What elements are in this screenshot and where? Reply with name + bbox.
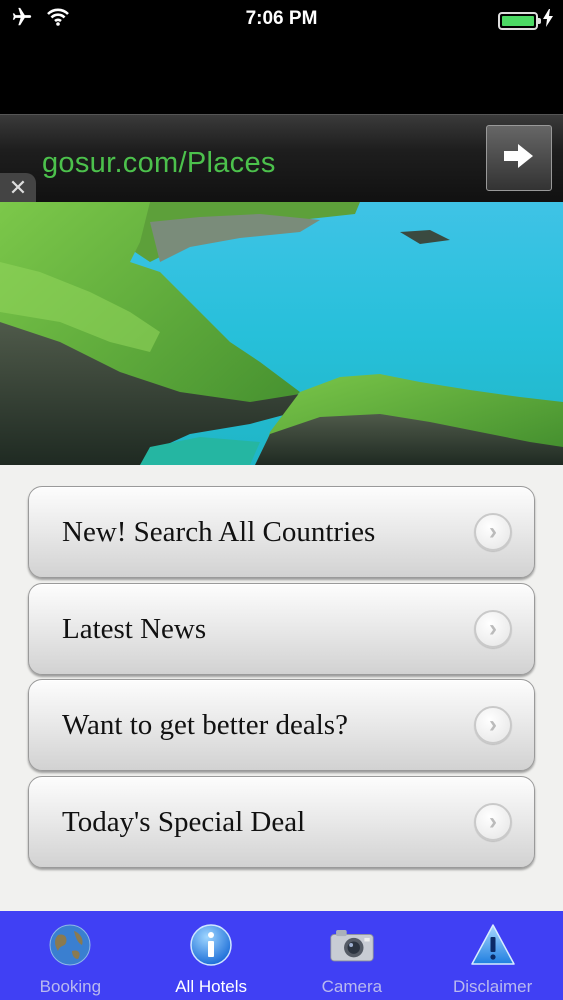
tab-booking[interactable]: Booking [0, 911, 141, 1000]
ad-url-text[interactable]: gosur.com/Places [42, 147, 276, 180]
warning-icon [470, 922, 516, 968]
close-icon: ✕ [8, 175, 28, 200]
ad-close-button[interactable]: ✕ [0, 173, 36, 203]
chevron-right-icon: › [474, 706, 512, 744]
menu-item-latest-news[interactable]: Latest News › [28, 583, 535, 675]
menu-item-label: Today's Special Deal [62, 805, 306, 838]
battery-icon [498, 11, 541, 30]
tab-label: All Hotels [175, 977, 248, 996]
menu-item-search-all-countries[interactable]: New! Search All Countries › [28, 486, 535, 578]
tab-label: Disclaimer [452, 977, 533, 996]
hero-image [0, 202, 563, 465]
menu-item-label: Want to get better deals? [62, 708, 348, 741]
arrow-right-icon [502, 141, 536, 176]
chevron-right-icon: › [474, 610, 512, 648]
status-right-icons [498, 9, 553, 32]
charging-bolt-icon [543, 9, 553, 32]
menu-item-special-deal[interactable]: Today's Special Deal › [28, 776, 535, 868]
info-icon [188, 922, 234, 968]
status-bar: 7:06 PM [0, 0, 563, 38]
tab-label: Booking [39, 977, 102, 996]
menu-item-label: Latest News [62, 612, 207, 645]
status-time: 7:06 PM [245, 8, 318, 29]
chevron-right-icon: › [474, 513, 512, 551]
tab-disclaimer[interactable]: Disclaimer [422, 911, 563, 1000]
battery-level-fill [502, 15, 534, 26]
camera-icon [329, 922, 375, 968]
tab-all-hotels[interactable]: All Hotels [141, 911, 282, 1000]
ad-go-button[interactable] [486, 125, 552, 191]
chevron-right-icon: › [474, 803, 512, 841]
ad-banner[interactable]: gosur.com/Places ✕ [0, 114, 563, 203]
tab-bar: Booking All Hotels Camera Disclaimer [0, 911, 563, 1000]
top-spacer [0, 38, 563, 114]
coastal-cliffs-photo [0, 202, 563, 465]
tab-label: Camera [321, 977, 383, 996]
menu-item-better-deals[interactable]: Want to get better deals? › [28, 679, 535, 771]
tab-camera[interactable]: Camera [282, 911, 423, 1000]
menu-list: New! Search All Countries › Latest News … [0, 465, 563, 911]
menu-item-label: New! Search All Countries [62, 515, 376, 548]
globe-icon [47, 922, 93, 968]
